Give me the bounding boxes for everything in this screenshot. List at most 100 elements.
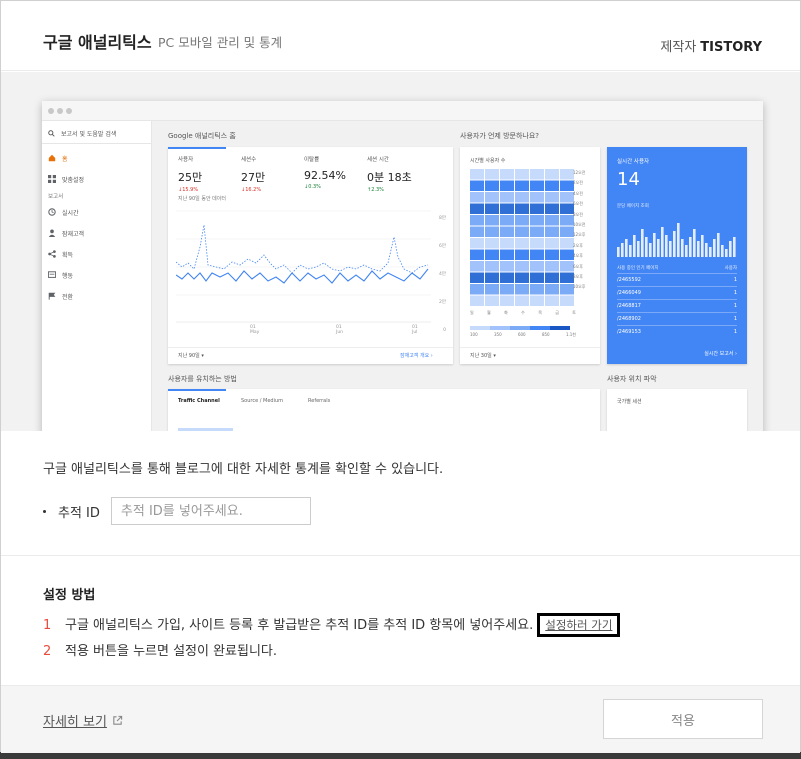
- heatmap-cell: [485, 272, 499, 283]
- realtime-sub: 분당 페이지 조회: [617, 204, 649, 209]
- heat-day-label: 일: [470, 310, 474, 315]
- stat-delta: ↓15.9%: [178, 187, 199, 193]
- apply-button[interactable]: 적용: [603, 699, 763, 739]
- heat-day-labels: 일 월 화 수 목 금 토: [470, 310, 576, 316]
- heatmap-cell: [470, 249, 484, 260]
- more-info-link[interactable]: 자세히 보기: [43, 711, 123, 730]
- heatmap-cell: [470, 215, 484, 226]
- realtime-table-header: 사용 중인 인기 페이지 사용자: [617, 265, 737, 271]
- realtime-bar: [649, 243, 652, 257]
- ga-main-area: Google 애널리틱스 홈 사용자가 언제 방문하나요? 사용자 25만 ↓1…: [152, 121, 763, 431]
- heatmap-cell: [515, 203, 529, 214]
- realtime-page-path: /2466049: [617, 290, 641, 296]
- realtime-bar-chart: [617, 223, 736, 257]
- heatmap-cell: [485, 238, 499, 249]
- realtime-page-row: /2465592 1: [617, 273, 737, 286]
- realtime-bar: [629, 245, 632, 257]
- heat-day-label: 화: [504, 310, 508, 315]
- heatmap-cell: [470, 238, 484, 249]
- heatmap-cell: [560, 192, 574, 203]
- heatmap-cell: [560, 249, 574, 260]
- heat-row-label: 2오후: [573, 242, 583, 248]
- heatmap-cell: [485, 215, 499, 226]
- heatmap-cell: [470, 295, 484, 306]
- ga-audience-link: 잠재고객 개요 ›: [400, 353, 433, 359]
- heatmap-cell: [560, 180, 574, 191]
- ga-overview-card: 사용자 25만 ↓15.9% 지난 90일 동안 데이터 세션수 27만 ↓16…: [168, 147, 453, 364]
- realtime-bar: [653, 233, 656, 257]
- ga-location-card: 국가별 세션: [607, 389, 747, 431]
- setup-link[interactable]: 설정하러 가기: [537, 613, 621, 637]
- heatmap-cell: [515, 261, 529, 272]
- ga-line-chart: [176, 210, 431, 323]
- heat-row-label: 12오후: [573, 232, 586, 238]
- stat-label: 이탈률: [304, 157, 320, 163]
- heatmap-cell: [530, 203, 544, 214]
- preview-screenshot: 보고서 및 도움말 검색 홈 맞춤설정 보고서 실시간 잠재고객 획득 행동 전…: [1, 72, 800, 431]
- plugin-title: 구글 애널리틱스: [43, 33, 152, 52]
- realtime-page-row: /2468902 1: [617, 312, 737, 325]
- person-icon: [48, 229, 56, 237]
- heatmap-cell: [545, 238, 559, 249]
- heat-legend-label: 600: [517, 332, 526, 337]
- heatmap-cell: [485, 226, 499, 237]
- heatmap-cell: [545, 226, 559, 237]
- ga-period-select: 지난 90일 ▾: [178, 353, 204, 359]
- heat-row-labels: 12오전 2오전 4오전 6오전 8오전 10오전 12오후 2오후 4오후 6…: [573, 168, 585, 293]
- realtime-bar: [677, 223, 680, 257]
- realtime-report-link: 실시간 보고서 ›: [704, 351, 737, 357]
- ga-search: 보고서 및 도움말 검색: [48, 127, 148, 139]
- realtime-header-cell: 사용 중인 인기 페이지: [617, 266, 659, 271]
- home-icon: [48, 154, 56, 162]
- dialog-header: 구글 애널리틱스 PC 모바일 관리 및 통계 제작자 TISTORY: [1, 1, 800, 71]
- ga-nav-audience: 잠재고객: [48, 227, 148, 239]
- ga-location-title: 사용자 위치 파악: [607, 375, 657, 383]
- ga-nav-section-label: 보고서: [48, 194, 64, 200]
- dialog-footer: 자세히 보기 적용: [1, 685, 800, 753]
- ga-stat-users: 사용자 25만 ↓15.9% 지난 90일 동안 데이터: [178, 155, 226, 202]
- y-tick: 4만: [438, 272, 446, 277]
- ga-search-placeholder: 보고서 및 도움말 검색: [61, 130, 117, 138]
- realtime-page-row: /2468817 1: [617, 299, 737, 312]
- heatmap-cell: [485, 192, 499, 203]
- heatmap-cell: [560, 272, 574, 283]
- realtime-bar: [645, 237, 648, 257]
- heatmap-cell: [515, 169, 529, 180]
- heat-day-label: 토: [572, 310, 576, 315]
- step-number: 1: [43, 618, 52, 633]
- section-divider: [1, 555, 800, 556]
- realtime-bar: [681, 239, 684, 257]
- heatmap-cell: [530, 261, 544, 272]
- heatmap-cell: [500, 284, 514, 295]
- window-dot-icon: [57, 108, 63, 114]
- realtime-bar: [657, 239, 660, 257]
- heat-row-label: 12오전: [573, 170, 586, 175]
- x-tick: 01 May: [250, 325, 260, 335]
- heat-day-label: 수: [521, 310, 525, 315]
- heatmap-cell: [560, 226, 574, 237]
- heatmap-cell: [545, 261, 559, 272]
- ga-nav-home: 홈: [48, 152, 148, 164]
- acq-tab: Traffic Channel: [178, 398, 220, 404]
- ga-nav-label: 획득: [62, 251, 74, 259]
- realtime-page-users: 1: [733, 277, 737, 283]
- tracking-id-input[interactable]: [110, 497, 311, 525]
- stat-delta: ↓16.2%: [241, 187, 262, 193]
- realtime-page-path: /2465592: [617, 277, 641, 283]
- heatmap-cell: [545, 180, 559, 191]
- heatmap-cell: [560, 203, 574, 214]
- heat-row-label: 8오후: [573, 274, 583, 280]
- stat-value: 92.54%: [304, 169, 346, 182]
- realtime-bar: [637, 241, 640, 257]
- ga-acq-card: Traffic Channel Source / Medium Referral…: [168, 389, 600, 431]
- location-card-title: 국가별 세션: [617, 399, 642, 405]
- plugin-description: 구글 애널리틱스를 통해 블로그에 대한 자세한 통계를 확인할 수 있습니다.: [43, 462, 444, 477]
- heatmap-cell: [515, 295, 529, 306]
- bullet-icon: [43, 509, 46, 513]
- ga-preview-window: 보고서 및 도움말 검색 홈 맞춤설정 보고서 실시간 잠재고객 획득 행동 전…: [42, 101, 763, 431]
- stat-delta: ↓0.3%: [304, 184, 321, 190]
- realtime-page-path: /2468902: [617, 316, 641, 322]
- ga-home-title: Google 애널리틱스 홈: [168, 132, 236, 140]
- setup-step-1: 1 구글 애널리틱스 가입, 사이트 등록 후 발급받은 추적 ID를 추적 ID…: [43, 613, 621, 637]
- heatmap-cell: [485, 203, 499, 214]
